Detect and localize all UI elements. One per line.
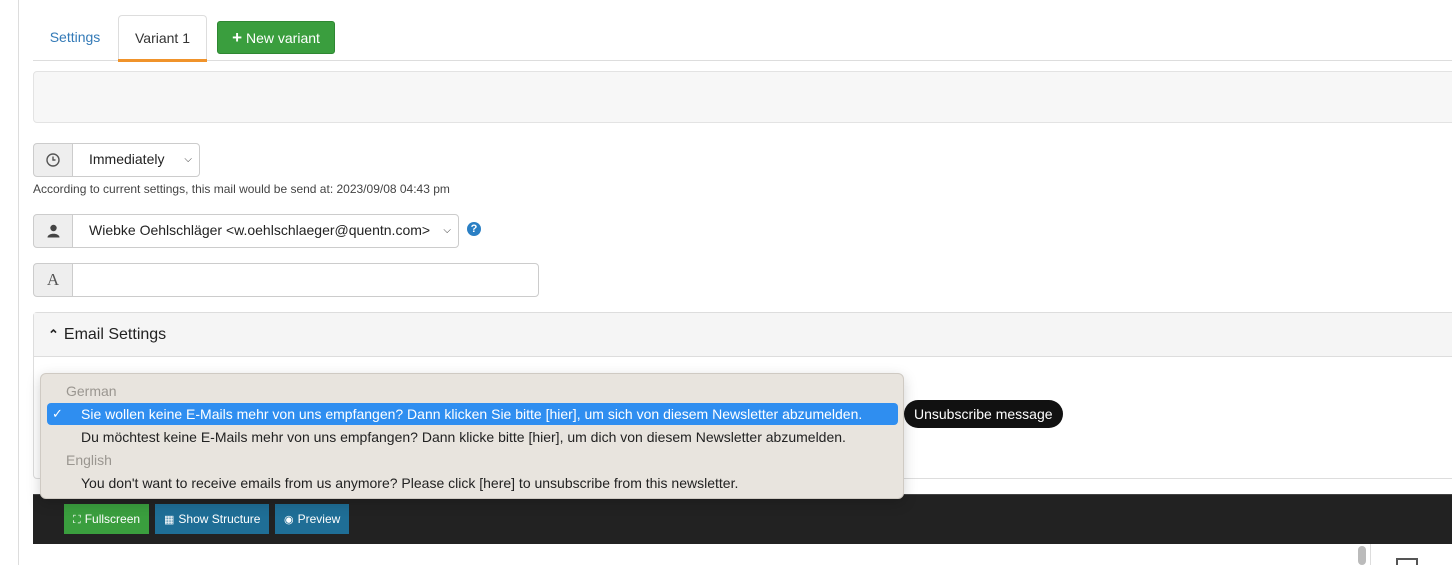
user-icon [47,224,59,238]
schedule-addon [33,143,73,177]
show-structure-label: Show Structure [178,512,261,526]
fullscreen-label: Fullscreen [84,512,141,526]
send-time-hint: According to current settings, this mail… [33,182,450,196]
variant-tabs: Settings Variant 1 + New variant [33,15,1452,62]
sender-addon [33,214,73,248]
dropdown-option-label: Du möchtest keine E-Mails mehr von uns e… [81,429,846,445]
email-settings-header[interactable]: ⌃ Email Settings [34,313,1452,357]
page-left-border [18,0,19,565]
sender-selected-value: Wiebke Oehlschläger <w.oehlschlaeger@que… [89,222,431,238]
subject-addon: A [33,263,73,297]
preview-label: Preview [297,512,341,526]
unsubscribe-message-dropdown: German ✓ Sie wollen keine E-Mails mehr v… [40,373,904,499]
sender-select[interactable]: Wiebke Oehlschläger <w.oehlschlaeger@que… [72,214,459,248]
tab-variant-1-label: Variant 1 [135,30,190,46]
active-tab-indicator [118,59,207,62]
font-icon: A [46,270,60,289]
eye-icon: ◉ [284,514,294,526]
dropdown-option-label: Sie wollen keine E-Mails mehr von uns em… [81,406,863,422]
chevron-up-icon: ⌃ [48,327,59,342]
plus-icon: + [232,28,242,47]
scrollbar-thumb[interactable] [1358,546,1366,565]
optgroup-german: German [66,383,117,399]
fullscreen-button[interactable]: ⛶ Fullscreen [64,504,150,534]
dropdown-option[interactable]: You don't want to receive emails from us… [47,472,898,494]
new-variant-label: New variant [246,30,320,46]
chevron-down-icon: ⌵ [184,154,192,165]
columns-icon [1396,558,1418,565]
new-variant-button[interactable]: + New variant [217,21,335,54]
show-structure-button[interactable]: ▦ Show Structure [155,504,270,534]
unsubscribe-tooltip: Unsubscribe message [904,400,1063,428]
help-icon[interactable]: ? [467,222,481,236]
grid-icon: ▦ [164,514,175,526]
variant-info-panel [33,71,1452,123]
email-settings-title: Email Settings [63,326,167,343]
dropdown-option-label: You don't want to receive emails from us… [81,475,739,491]
schedule-select[interactable]: Immediately ⌵ [72,143,200,177]
tab-settings[interactable]: Settings [33,15,117,61]
side-panel-divider [1370,544,1371,565]
expand-icon: ⛶ [73,514,81,526]
dropdown-option[interactable]: Du möchtest keine E-Mails mehr von uns e… [47,426,898,448]
preview-button[interactable]: ◉ Preview [275,504,350,534]
optgroup-english: English [66,452,112,468]
clock-icon [46,153,60,167]
subject-input[interactable] [72,263,539,297]
tab-variant-1[interactable]: Variant 1 [118,15,207,62]
editor-toolbar: ⛶ Fullscreen ▦ Show Structure ◉ Preview [33,494,1452,544]
dropdown-option[interactable]: ✓ Sie wollen keine E-Mails mehr von uns … [47,403,898,425]
checkmark-icon: ✓ [52,406,63,421]
schedule-selected-value: Immediately [89,151,165,167]
chevron-down-icon: ⌵ [443,225,451,236]
